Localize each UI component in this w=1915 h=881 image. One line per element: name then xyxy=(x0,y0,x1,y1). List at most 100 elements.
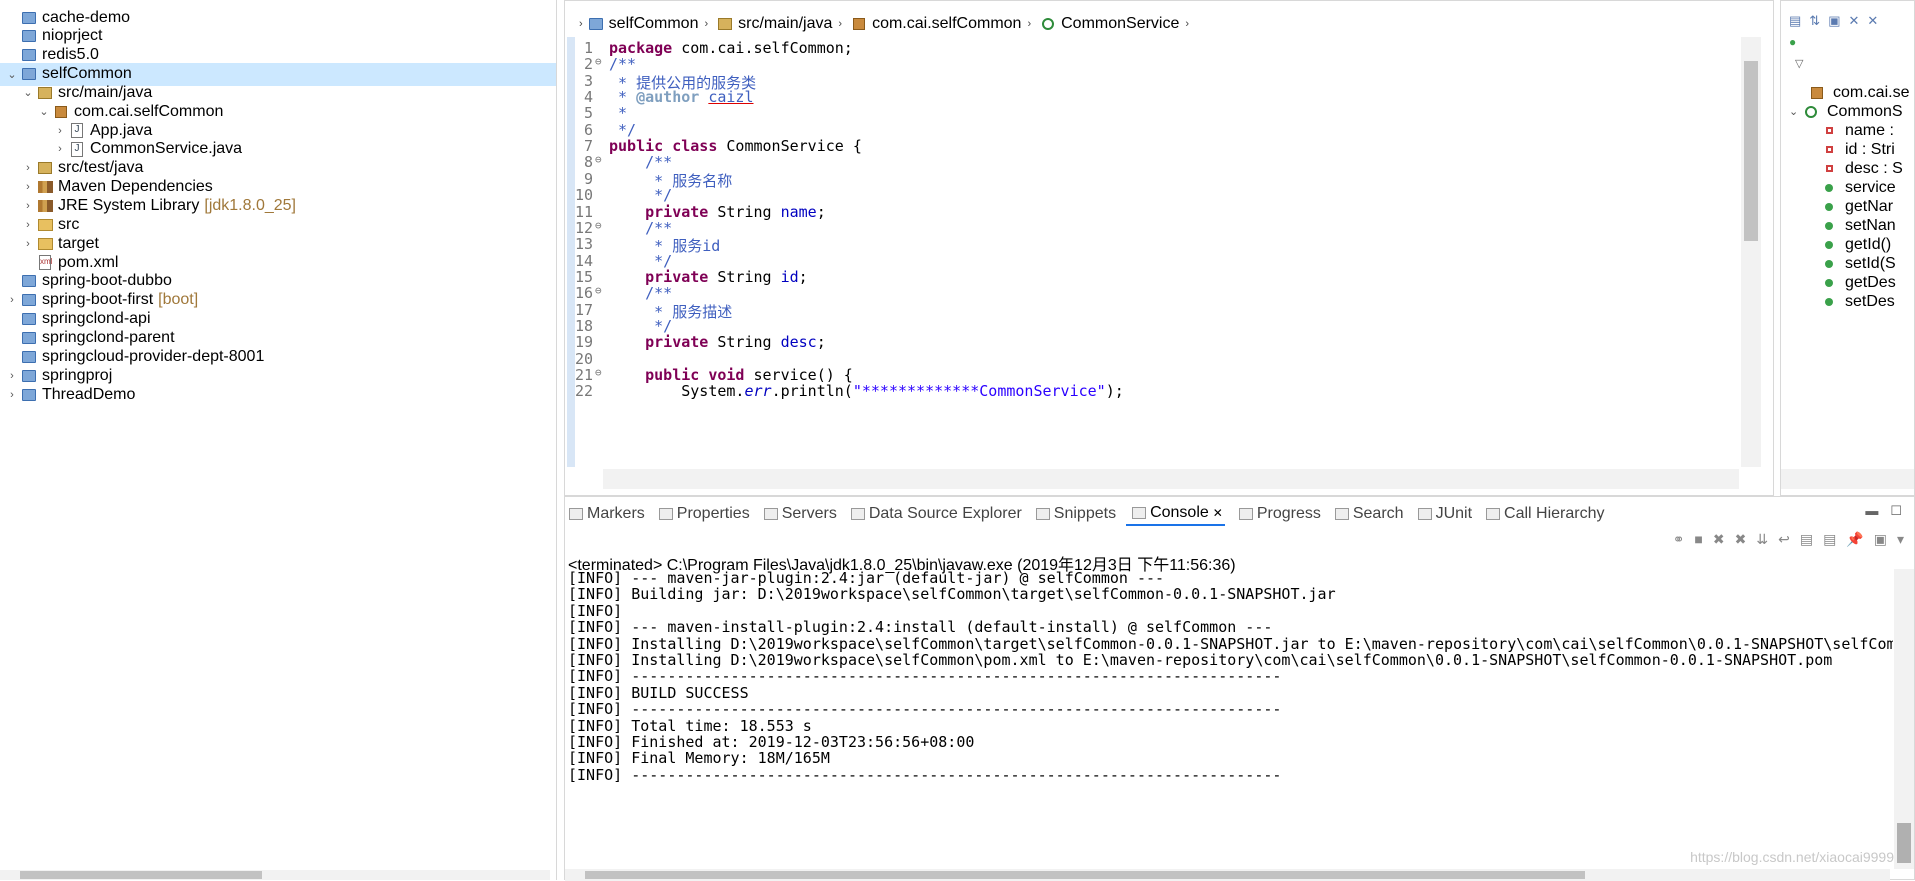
editor-vertical-scrollbar[interactable] xyxy=(1741,37,1761,467)
chevron-down-icon[interactable]: ⌄ xyxy=(20,85,36,101)
breadcrumb-item[interactable]: › selfCommon › xyxy=(573,15,708,33)
close-icon[interactable]: ✕ xyxy=(1213,506,1223,520)
spring-project-icon xyxy=(20,292,38,308)
chevron-right-icon[interactable]: › xyxy=(1185,18,1189,30)
tab-call-hierarchy[interactable]: Call Hierarchy xyxy=(1482,505,1604,523)
tab-icon xyxy=(763,508,778,520)
tab-snippets[interactable]: Snippets xyxy=(1032,505,1116,523)
breadcrumb-item[interactable]: src/main/java › xyxy=(716,15,842,33)
display-console-icon[interactable]: ▣ xyxy=(1874,531,1887,548)
code-area[interactable]: 1 package com.cai.selfCommon; 2 ⊖/** 3 * 提供公… xyxy=(565,37,1740,467)
chevron-right-icon[interactable]: › xyxy=(52,123,68,139)
tree-item-label: cache-demo xyxy=(42,8,131,26)
project-icon xyxy=(20,28,38,44)
tab-icon xyxy=(1417,508,1432,520)
code-editor[interactable]: › selfCommon › src/main/java › com.cai.selfCo… xyxy=(564,0,1774,496)
tab-data-source-explorer[interactable]: Data Source Explorer xyxy=(847,505,1022,523)
breadcrumb-label: com.cai.selfCommon xyxy=(872,15,1022,32)
collapse-all-icon[interactable]: ▤ xyxy=(1789,13,1801,29)
tab-markers[interactable]: Markers xyxy=(565,505,645,523)
outline-item-label: com.cai.se xyxy=(1833,83,1910,101)
chevron-right-icon[interactable]: › xyxy=(20,198,36,214)
console-vertical-scrollbar[interactable] xyxy=(1894,569,1914,869)
pin-console-icon[interactable]: 📌 xyxy=(1846,531,1863,548)
link-icon[interactable]: ⚭ xyxy=(1673,531,1685,548)
tree-item-label: App.java xyxy=(90,121,153,139)
chevron-down-icon[interactable]: ⌄ xyxy=(36,104,52,120)
chevron-right-icon[interactable]: › xyxy=(4,292,20,308)
open-console-icon[interactable]: ▾ xyxy=(1897,531,1904,548)
maximize-icon[interactable]: ☐ xyxy=(1890,503,1902,519)
chevron-right-icon[interactable]: › xyxy=(20,179,36,195)
chevron-down-icon[interactable]: ⌄ xyxy=(4,66,20,82)
console-toolbar: ⚭ ■ ✖ ✖ ⇊ ↩ ▤ ▤ 📌 ▣ ▾ xyxy=(1673,531,1904,548)
chevron-right-icon[interactable]: › xyxy=(579,18,583,30)
editor-horizontal-scrollbar[interactable] xyxy=(603,469,1739,489)
bottom-tab-bar: Markers Properties Servers Data Source Expl… xyxy=(565,501,1915,527)
package-icon xyxy=(1811,86,1823,99)
scrollbar-thumb[interactable] xyxy=(585,871,1585,879)
chevron-right-icon[interactable]: › xyxy=(838,18,842,30)
chevron-down-icon[interactable]: ⌄ xyxy=(1789,105,1803,118)
tab-console[interactable]: Console ✕ xyxy=(1126,502,1225,526)
outline-item-label: name : xyxy=(1845,121,1894,139)
chevron-right-icon[interactable]: › xyxy=(1027,18,1031,30)
library-icon xyxy=(36,179,54,195)
hide-static-icon[interactable]: ✕ xyxy=(1849,13,1860,29)
chevron-right-icon[interactable]: › xyxy=(20,217,36,233)
scroll-lock-icon[interactable]: ⇊ xyxy=(1756,531,1768,548)
tab-search[interactable]: Search xyxy=(1331,505,1404,523)
outline-item-label: service xyxy=(1845,178,1896,196)
outline-item[interactable]: setDes xyxy=(1781,290,1914,313)
tab-icon xyxy=(658,508,673,520)
console-line: [INFO] Building jar: D:\2019workspace\se… xyxy=(568,585,1336,604)
tab-progress[interactable]: Progress xyxy=(1235,505,1321,523)
code-line[interactable]: 22 System.err.println("*************Comm… xyxy=(565,382,1740,402)
show-on-stdout-icon[interactable]: ▤ xyxy=(1800,531,1813,548)
scrollbar-thumb[interactable] xyxy=(1897,823,1911,863)
console-output[interactable]: [INFO] --- maven-jar-plugin:2.4:jar (def… xyxy=(568,569,1893,861)
minimize-icon[interactable]: ▬ xyxy=(1865,503,1878,519)
chevron-right-icon[interactable]: › xyxy=(4,387,20,403)
tree-item-label: springproj xyxy=(42,366,113,384)
java-file-icon: J xyxy=(68,123,86,139)
remove-all-icon[interactable]: ✖ xyxy=(1735,531,1747,548)
hide-local-types-icon[interactable]: ● xyxy=(1789,35,1796,49)
tree-item-label: src/main/java xyxy=(58,83,153,101)
chevron-right-icon[interactable]: › xyxy=(4,368,20,384)
chevron-right-icon[interactable]: › xyxy=(20,160,36,176)
tab-icon xyxy=(1238,508,1253,520)
chevron-right-icon[interactable]: › xyxy=(52,141,68,157)
scrollbar-thumb[interactable] xyxy=(1744,61,1758,241)
terminate-icon[interactable]: ■ xyxy=(1694,531,1702,548)
view-menu-icon[interactable]: ▽ xyxy=(1795,57,1803,70)
public-method-icon xyxy=(1825,202,1833,211)
tab-properties[interactable]: Properties xyxy=(655,505,750,523)
tree-item-label: ThreadDemo xyxy=(42,385,136,403)
tab-servers[interactable]: Servers xyxy=(760,505,837,523)
source-folder-icon xyxy=(716,16,734,32)
project-icon xyxy=(20,387,38,403)
remove-launch-icon[interactable]: ✖ xyxy=(1713,531,1725,548)
tab-label: Snippets xyxy=(1053,505,1117,522)
tab-junit[interactable]: JUnit xyxy=(1414,505,1472,523)
breadcrumb-item[interactable]: com.cai.selfCommon › xyxy=(850,15,1031,33)
show-on-stderr-icon[interactable]: ▤ xyxy=(1823,531,1836,548)
chevron-right-icon[interactable]: › xyxy=(20,236,36,252)
chevron-right-icon[interactable]: › xyxy=(704,18,708,30)
scrollbar-thumb[interactable] xyxy=(20,871,262,879)
tree-item[interactable]: › ThreadDemo xyxy=(0,383,556,406)
sort-icon[interactable]: ⇅ xyxy=(1809,13,1820,29)
hide-nonpublic-icon[interactable]: ✕ xyxy=(1867,13,1878,29)
breadcrumb-item[interactable]: CommonService › xyxy=(1039,15,1189,33)
tab-label: Console xyxy=(1150,504,1209,521)
word-wrap-icon[interactable]: ↩ xyxy=(1778,531,1790,548)
outline-item-label: setId(S xyxy=(1845,254,1896,272)
outline-horizontal-scrollbar[interactable] xyxy=(1781,469,1914,489)
hide-fields-icon[interactable]: ▣ xyxy=(1828,13,1840,29)
console-horizontal-scrollbar[interactable] xyxy=(565,869,1890,881)
explorer-horizontal-scrollbar[interactable] xyxy=(0,870,550,880)
